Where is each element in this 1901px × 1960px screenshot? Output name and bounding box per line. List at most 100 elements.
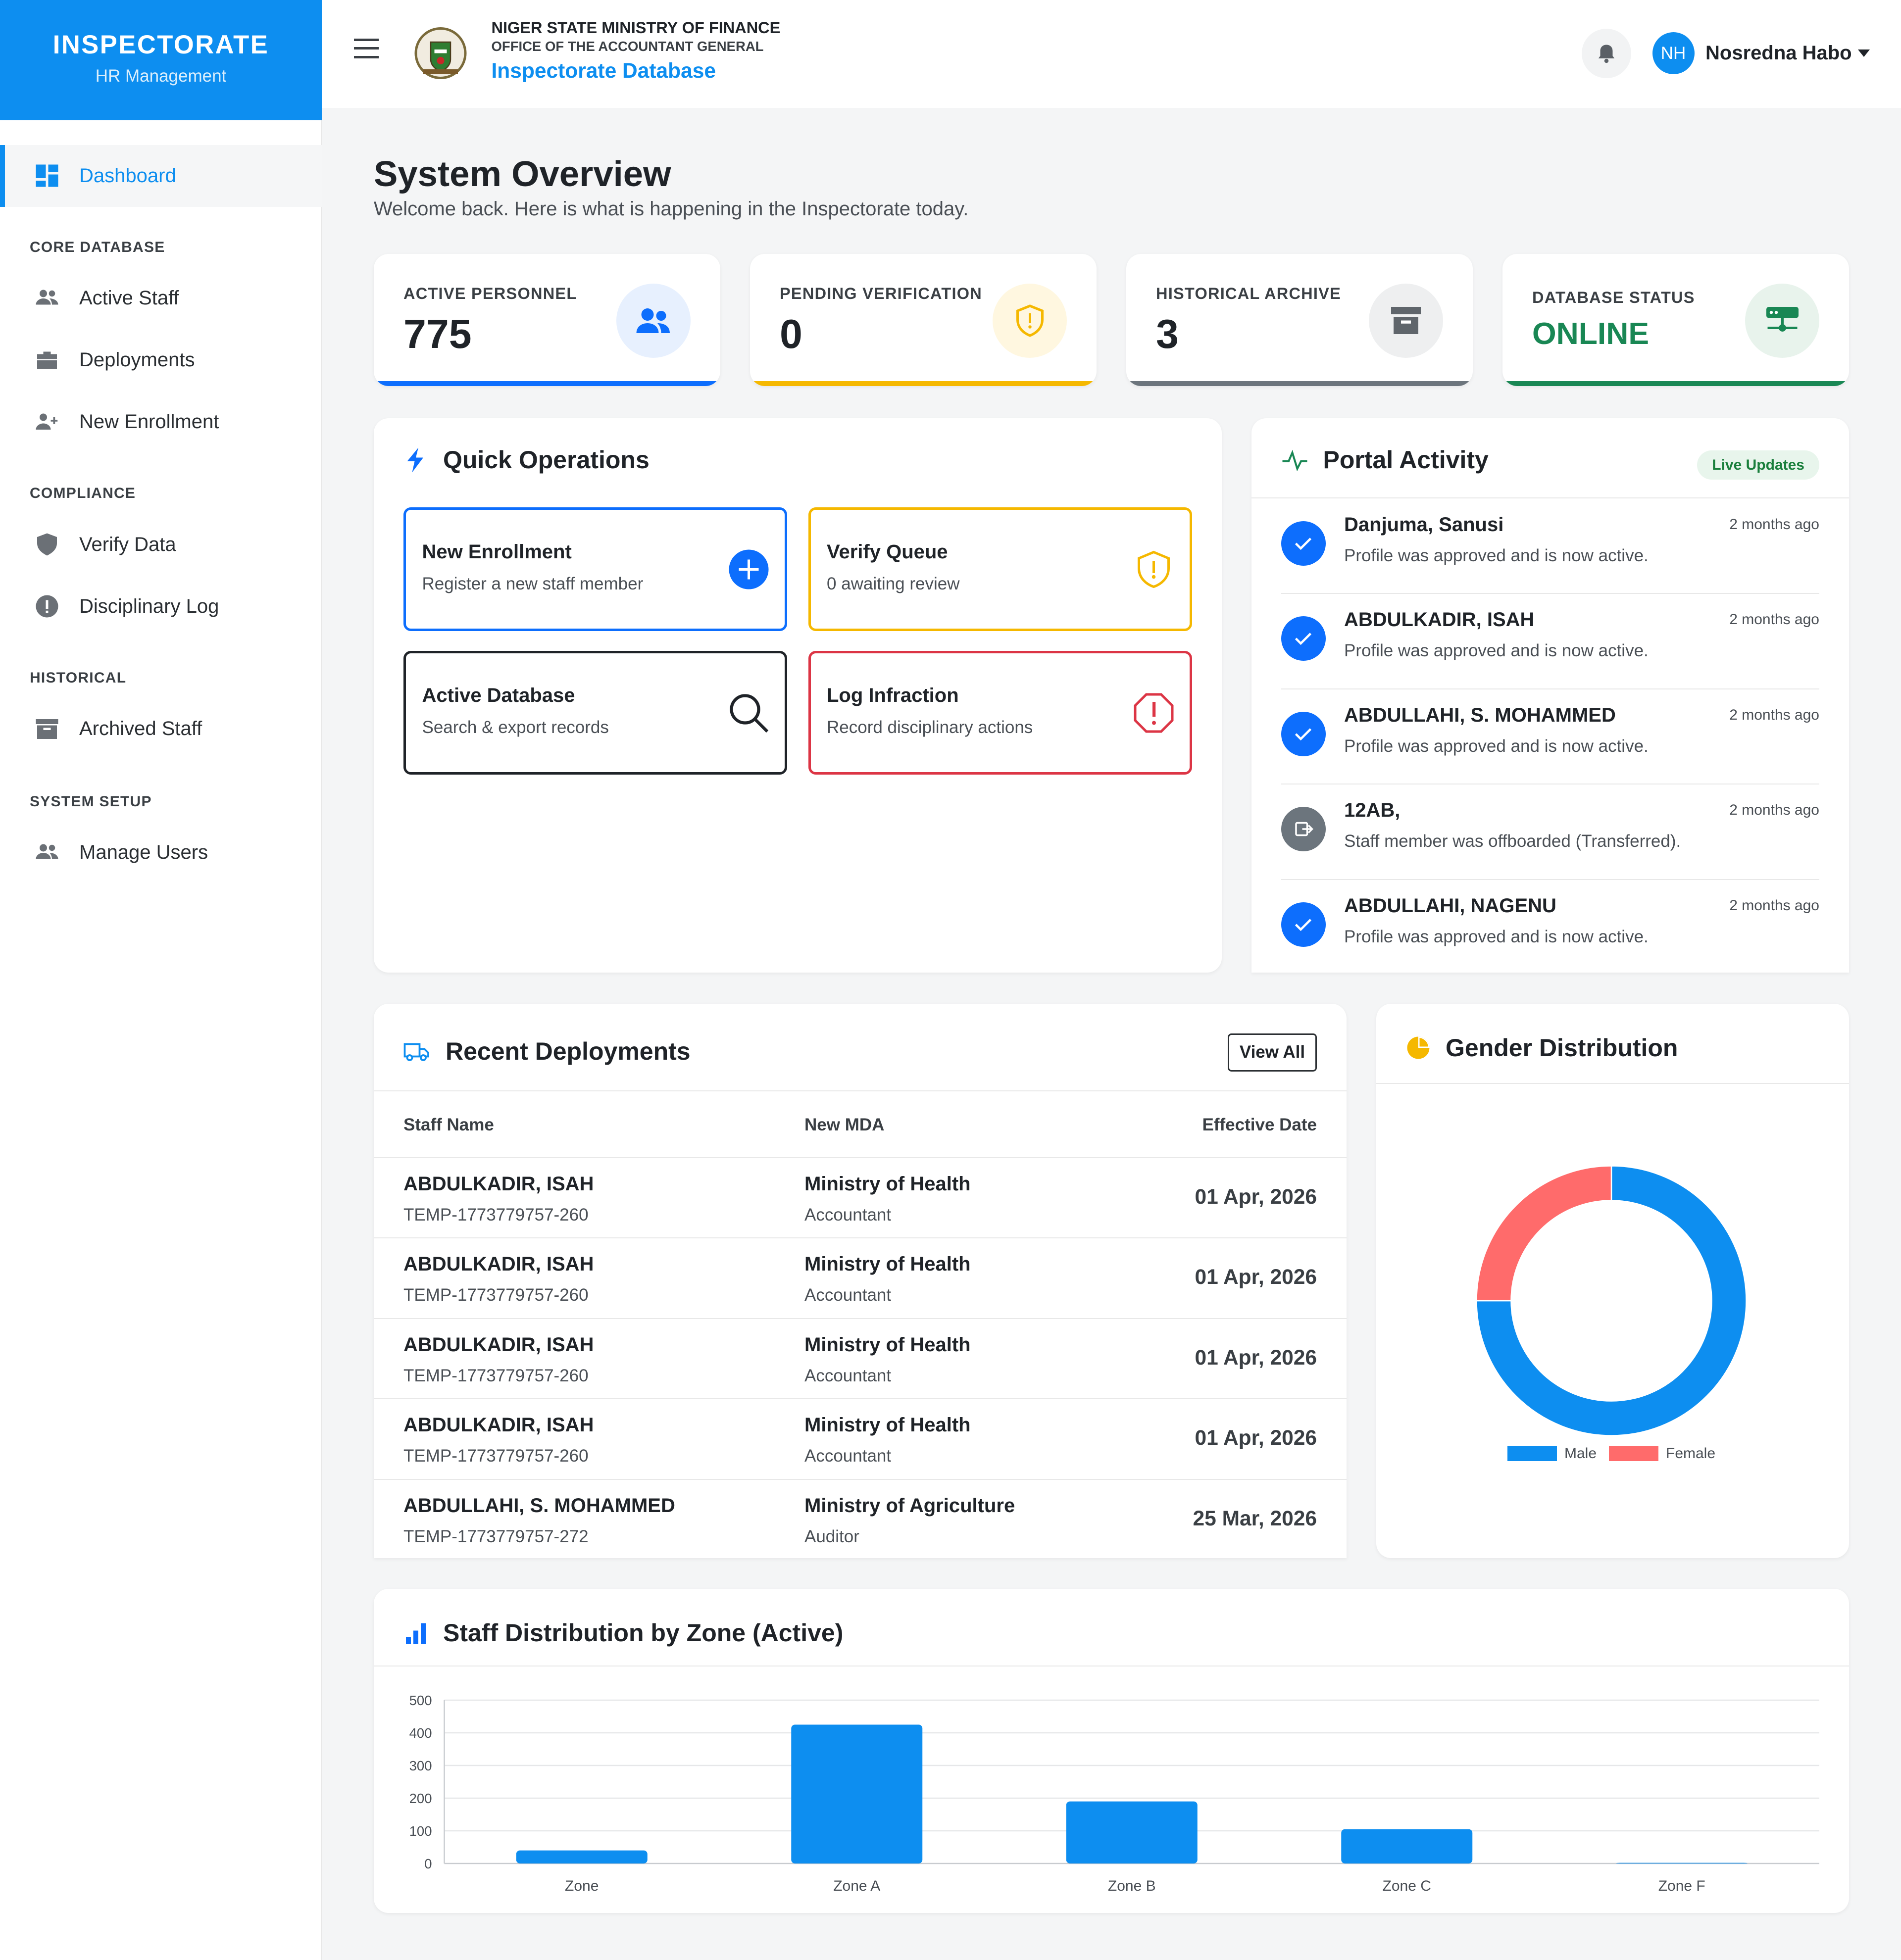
activity-item[interactable]: ABDULLAHI, NAGENU Profile was approved a… xyxy=(1281,880,1819,973)
sidebar-item-active-staff[interactable]: Active Staff xyxy=(0,267,322,329)
activity-name: ABDULLAHI, NAGENU xyxy=(1344,894,1556,917)
user-name[interactable]: Nosredna Habo xyxy=(1705,42,1852,64)
quick-op-subtitle: Search & export records xyxy=(422,718,609,737)
activity-time: 2 months ago xyxy=(1729,802,1819,818)
table-row[interactable]: ABDULLAHI, S. MOHAMMED TEMP-1773779757-2… xyxy=(374,1478,1347,1558)
sidebar-item-new-enrollment[interactable]: New Enrollment xyxy=(0,391,322,453)
briefcase-icon xyxy=(37,351,57,369)
activity-description: Profile was approved and is now active. xyxy=(1344,736,1649,756)
quick-op-title: New Enrollment xyxy=(422,540,572,563)
check-icon xyxy=(1281,521,1326,566)
lightning-icon xyxy=(407,447,423,472)
stat-card-historical-archive[interactable]: HISTORICAL ARCHIVE 3 xyxy=(1126,253,1473,386)
stat-value: 775 xyxy=(403,311,472,357)
staff-role: Accountant xyxy=(804,1205,892,1225)
bar-zone-a[interactable] xyxy=(791,1724,923,1864)
dashboard-icon xyxy=(36,164,58,187)
bar-zone-c[interactable] xyxy=(1341,1829,1473,1863)
search-icon xyxy=(730,693,769,733)
staff-id: TEMP-1773779757-260 xyxy=(403,1205,589,1225)
staff-role: Auditor xyxy=(804,1526,859,1546)
mda-name: Ministry of Health xyxy=(804,1173,971,1195)
card-title-text: Quick Operations xyxy=(443,446,650,474)
legend-label: Female xyxy=(1666,1445,1716,1462)
quick-op-subtitle: 0 awaiting review xyxy=(827,574,960,593)
x-tick-label: Zone A xyxy=(833,1878,880,1894)
server-network-icon xyxy=(1745,283,1819,358)
column-header-new-mda[interactable]: New MDA xyxy=(804,1115,884,1135)
sidebar-item-deployments[interactable]: Deployments xyxy=(0,329,322,391)
section-heading: COMPLIANCE xyxy=(30,485,136,501)
mda-name: Ministry of Health xyxy=(804,1414,971,1436)
table-row[interactable]: ABDULKADIR, ISAH TEMP-1773779757-260 Min… xyxy=(374,1398,1347,1479)
staff-id: TEMP-1773779757-260 xyxy=(403,1366,589,1385)
quick-operations-card: Quick Operations New Enrollment Register… xyxy=(374,418,1222,973)
mda-name: Ministry of Agriculture xyxy=(804,1494,1015,1517)
activity-item[interactable]: ABDULKADIR, ISAH Profile was approved an… xyxy=(1281,594,1819,689)
notifications-button[interactable] xyxy=(1582,28,1631,78)
bar-zone[interactable] xyxy=(516,1850,648,1863)
sidebar-item-disciplinary-log[interactable]: Disciplinary Log xyxy=(0,576,322,637)
stat-value: ONLINE xyxy=(1532,316,1650,351)
staff-name: ABDULKADIR, ISAH xyxy=(403,1414,594,1436)
column-header-staff-name[interactable]: Staff Name xyxy=(403,1115,494,1135)
check-icon xyxy=(1281,616,1326,661)
quick-op-active-database[interactable]: Active Database Search & export records xyxy=(403,651,787,775)
x-tick-label: Zone B xyxy=(1108,1878,1156,1894)
mda-name: Ministry of Health xyxy=(804,1253,971,1275)
card-title: Staff Distribution by Zone (Active) xyxy=(403,1618,843,1647)
view-all-button[interactable]: View All xyxy=(1228,1033,1317,1072)
users-icon xyxy=(36,290,58,304)
avatar[interactable]: NH xyxy=(1652,32,1695,74)
sidebar-item-label: Disciplinary Log xyxy=(79,595,219,617)
chevron-down-icon[interactable] xyxy=(1857,49,1870,57)
brand-header[interactable]: INSPECTORATE HR Management xyxy=(0,0,322,120)
stat-card-active-personnel[interactable]: ACTIVE PERSONNEL 775 xyxy=(374,253,720,386)
effective-date: 01 Apr, 2026 xyxy=(1195,1185,1317,1209)
stat-card-pending-verification[interactable]: PENDING VERIFICATION 0 xyxy=(750,253,1097,386)
sidebar-item-label: New Enrollment xyxy=(79,411,219,433)
sidebar-item-dashboard[interactable]: Dashboard xyxy=(0,145,322,207)
top-bar: NIGER STATE MINISTRY OF FINANCE OFFICE O… xyxy=(322,0,1901,108)
card-title-text: Staff Distribution by Zone (Active) xyxy=(443,1619,844,1647)
table-row[interactable]: ABDULKADIR, ISAH TEMP-1773779757-260 Min… xyxy=(374,1157,1347,1238)
sidebar-item-manage-users[interactable]: Manage Users xyxy=(0,822,322,883)
bar-zone-b[interactable] xyxy=(1066,1801,1198,1863)
stat-value: 0 xyxy=(780,311,802,357)
pie-chart-icon xyxy=(1407,1036,1430,1059)
stat-label: HISTORICAL ARCHIVE xyxy=(1156,285,1342,302)
sidebar-item-archived-staff[interactable]: Archived Staff xyxy=(0,698,322,760)
page-subtitle: Welcome back. Here is what is happening … xyxy=(374,198,969,220)
column-header-effective-date[interactable]: Effective Date xyxy=(1202,1115,1317,1135)
activity-description: Profile was approved and is now active. xyxy=(1344,545,1649,565)
legend-female[interactable]: Female xyxy=(1609,1445,1715,1462)
quick-op-log-infraction[interactable]: Log Infraction Record disciplinary actio… xyxy=(808,651,1192,775)
sidebar-item-verify-data[interactable]: Verify Data xyxy=(0,514,322,576)
archive-icon xyxy=(36,719,58,739)
stat-value: 3 xyxy=(1156,311,1179,357)
table-row[interactable]: ABDULKADIR, ISAH TEMP-1773779757-260 Min… xyxy=(374,1318,1347,1399)
table-row[interactable]: ABDULKADIR, ISAH TEMP-1773779757-260 Min… xyxy=(374,1237,1347,1318)
activity-time: 2 months ago xyxy=(1729,611,1819,628)
card-title: Recent Deployments xyxy=(403,1037,691,1066)
donut-slice-female[interactable] xyxy=(1476,1165,1612,1301)
bell-icon xyxy=(1598,45,1615,63)
legend-male[interactable]: Male xyxy=(1507,1445,1597,1462)
activity-name: Danjuma, Sanusi xyxy=(1344,513,1504,536)
effective-date: 25 Mar, 2026 xyxy=(1193,1507,1317,1530)
staff-name: ABDULKADIR, ISAH xyxy=(403,1253,594,1275)
app-name: Inspectorate Database xyxy=(491,59,716,83)
bar-chart-icon xyxy=(406,1623,426,1644)
alert-octagon-icon xyxy=(1134,693,1173,733)
activity-item[interactable]: 12AB, Staff member was offboarded (Trans… xyxy=(1281,784,1819,880)
stat-card-database-status[interactable]: DATABASE STATUS ONLINE xyxy=(1502,253,1849,386)
shield-alert-icon xyxy=(1137,550,1170,588)
activity-item[interactable]: Danjuma, Sanusi Profile was approved and… xyxy=(1281,499,1819,594)
quick-op-verify-queue[interactable]: Verify Queue 0 awaiting review xyxy=(808,507,1192,631)
activity-item[interactable]: ABDULLAHI, S. MOHAMMED Profile was appro… xyxy=(1281,689,1819,784)
stat-label: DATABASE STATUS xyxy=(1532,288,1695,306)
activity-description: Staff member was offboarded (Transferred… xyxy=(1344,832,1681,851)
quick-op-new-enrollment[interactable]: New Enrollment Register a new staff memb… xyxy=(403,507,787,631)
hamburger-menu-icon[interactable] xyxy=(354,38,379,63)
legend-label: Male xyxy=(1564,1445,1597,1462)
